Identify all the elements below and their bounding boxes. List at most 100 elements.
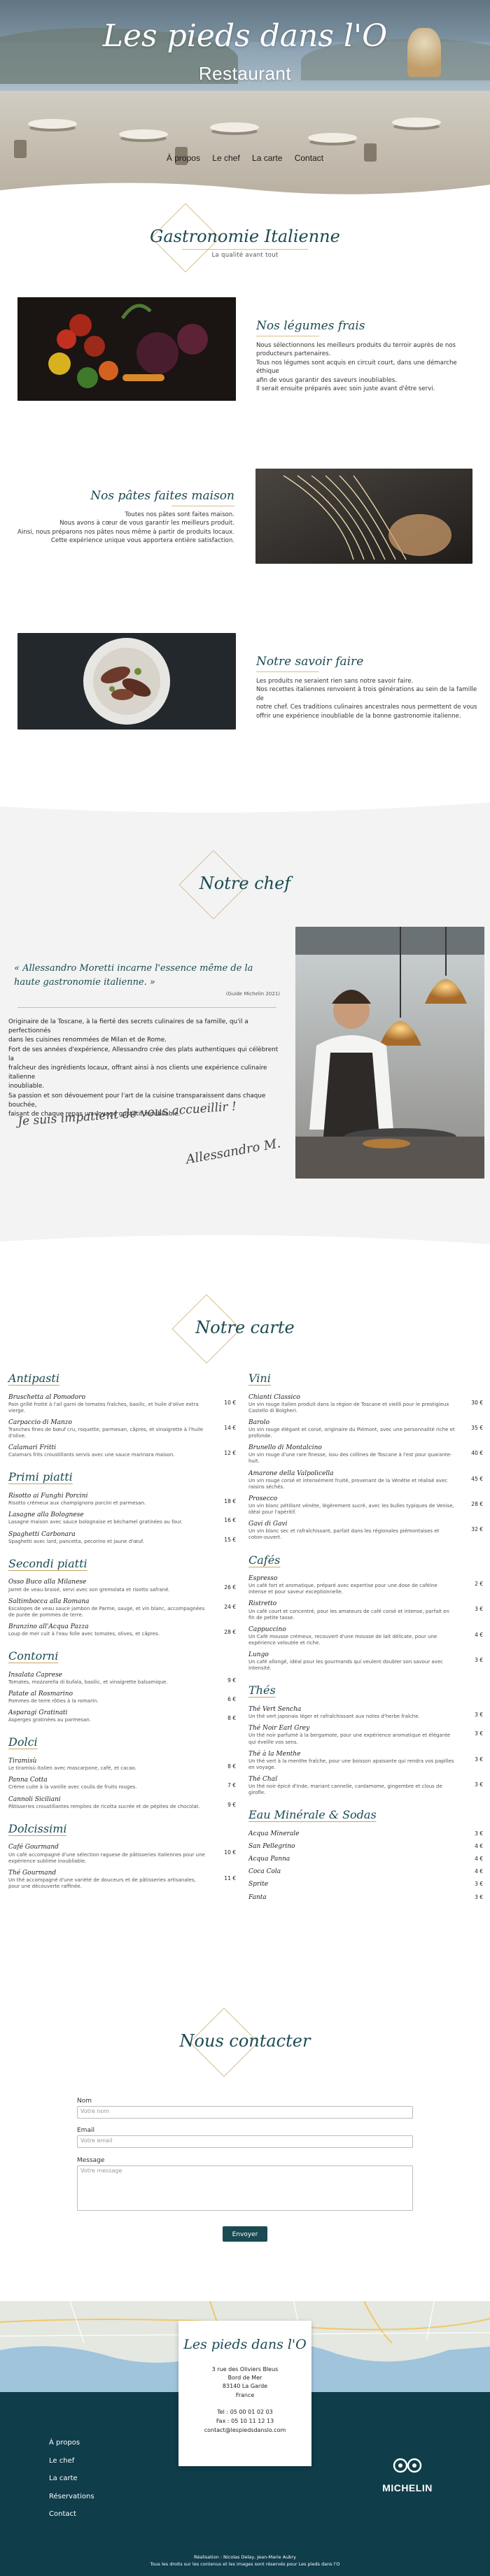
- menu-category-title: Cafés: [248, 1553, 281, 1567]
- menu-item-description: Un vin rouge corsé et intensément fruité…: [248, 1477, 448, 1490]
- menu-item-name: Saltimbocca alla Romana: [8, 1597, 90, 1605]
- section-title: Nous contacter: [179, 2031, 311, 2051]
- feature-line: afin de vous garantir des saveurs inoubl…: [256, 376, 397, 384]
- menu-item-description: Un vin blanc sec et rafraîchissant, parf…: [248, 1528, 440, 1541]
- pasta-photo: [255, 469, 472, 564]
- menu-item-description: Le tiramisù italien avec mascarpone, caf…: [8, 1765, 136, 1772]
- menu-item-price: 9 €: [227, 1677, 236, 1684]
- menu-item: Osso Buco alla Milanese Jarret de veau br…: [8, 1578, 236, 1593]
- feature-title: Nos légumes frais: [256, 319, 365, 333]
- menu-item-description: Un thé noir parfumé à la bergamote, pour…: [248, 1732, 451, 1745]
- michelin-logo-icon: [392, 2456, 423, 2476]
- menu-item-name: Calamari Fritti: [8, 1444, 56, 1452]
- menu-item-name: Amarone della Valpolicella: [248, 1470, 334, 1477]
- menu-item-name: Tiramisù: [8, 1758, 37, 1765]
- menu-item: Café Gourmand Un café accompagné d'une sé…: [8, 1843, 236, 1864]
- menu-item-name: Thé à la Menthe: [248, 1750, 301, 1758]
- submit-button[interactable]: Envoyer: [223, 2226, 267, 2242]
- menu-item-price: 3 €: [475, 1657, 483, 1664]
- menu-category: Secondi piatti Osso Buco alla Milanese Jar…: [8, 1556, 236, 1637]
- menu-item-price: 4 €: [475, 1843, 483, 1850]
- hero-banner: Les pieds dans l'O Restaurant À propos L…: [0, 0, 490, 203]
- heading-rule: [182, 249, 308, 250]
- card-title: Les pieds dans l'O: [183, 2337, 307, 2352]
- section-tagline: La qualité avant tout: [211, 252, 279, 259]
- menu-category: Cafés Espresso Un café fort et aromatique,…: [248, 1553, 483, 1672]
- menu-item-name: Spaghetti Carbonara: [8, 1530, 76, 1538]
- address-line: 3 rue des Oliviers Bleus: [211, 2365, 279, 2372]
- footer-link-chef[interactable]: Le chef: [49, 2452, 94, 2470]
- menu-item: Tiramisù Le tiramisù italien avec mascarp…: [8, 1757, 236, 1772]
- menu-item: Barolo Un vin rouge élégant et corsé, ori…: [248, 1418, 483, 1439]
- menu-category: Primi piatti Risotto ai Funghi Porcini Ris…: [8, 1470, 236, 1544]
- menu-item-name: Thé Chaï: [248, 1775, 277, 1783]
- nav-menu[interactable]: La carte: [252, 153, 282, 163]
- nav-about[interactable]: À propos: [167, 153, 200, 163]
- menu-item: Gavi di Gavi Un vin blanc sec et rafraîch…: [248, 1520, 483, 1541]
- menu-item: Thé Chaï Un thé noir épicé d'Inde, marian…: [248, 1775, 483, 1796]
- chef-illustration: [295, 927, 484, 1179]
- menu-item-description: Un thé vert à la menthe fraîche, pour un…: [248, 1758, 454, 1770]
- footer-link-about[interactable]: À propos: [49, 2434, 94, 2452]
- menu-item-price: 3 €: [475, 1756, 483, 1763]
- menu-item-price: 3 €: [475, 1730, 483, 1737]
- footer-link-menu[interactable]: La carte: [49, 2470, 94, 2488]
- bio-line: inoubliable.: [8, 1083, 45, 1090]
- menu-item-price: 35 €: [471, 1424, 483, 1431]
- menu-item-price: 28 €: [471, 1500, 483, 1507]
- menu-item-price: 12 €: [224, 1450, 236, 1457]
- menu-item: Spaghetti Carbonara Spaghetti avec lard, …: [8, 1530, 236, 1545]
- menu-item-name: Osso Buco alla Milanese: [8, 1579, 87, 1586]
- chef-quote-source: (Guide Michelin 2021): [225, 991, 280, 997]
- menu-item-price: 3 €: [475, 1830, 483, 1837]
- menu-item-price: 8 €: [227, 1763, 236, 1770]
- menu-category: Dolcissimi Café Gourmand Un café accompagn…: [8, 1821, 236, 1890]
- name-field[interactable]: Votre nom: [77, 2106, 413, 2119]
- menu-item-name: Branzino all'Acqua Pazza: [8, 1623, 89, 1630]
- feature-line: Ainsi, nous préparons nos pâtes nous mêm…: [18, 528, 234, 536]
- menu-item-description: Loup de mer cuit à l'eau folle avec toma…: [8, 1631, 160, 1637]
- menu-column-left: Antipasti Bruschetta al Pomodoro Pain gril…: [8, 1371, 236, 1901]
- section-title: Notre carte: [195, 1318, 295, 1337]
- vegetables-illustration: [18, 297, 236, 401]
- menu-heading: Notre carte: [0, 1294, 490, 1364]
- menu-category-title: Secondi piatti: [8, 1556, 88, 1570]
- feature-text: Nous sélectionnons les meilleurs produit…: [256, 341, 480, 394]
- nav-contact[interactable]: Contact: [295, 153, 323, 163]
- menu-item-name: Gavi di Gavi: [248, 1521, 288, 1528]
- menu-item-description: Asperges gratinées au parmesan.: [8, 1717, 91, 1723]
- menu-item-name: Chianti Classico: [248, 1393, 300, 1401]
- menu-item: Thé à la Menthe Un thé vert à la menthe f…: [248, 1750, 483, 1771]
- chef-quote: « Allessandro Moretti incarne l'essence …: [14, 962, 280, 998]
- site-subtitle: Restaurant: [198, 63, 292, 84]
- message-field[interactable]: Votre message: [77, 2165, 413, 2211]
- footer-link-contact[interactable]: Contact: [49, 2505, 94, 2524]
- menu-item-name: Thé Noir Earl Grey: [248, 1725, 310, 1732]
- footer-link-reservations[interactable]: Réservations: [49, 2488, 94, 2506]
- bio-line: dans les cuisines renommées de Milan et …: [8, 1037, 167, 1044]
- menu-item: Prosecco Un vin blanc pétillant vénète, l…: [248, 1495, 483, 1516]
- menu-item: Amarone della Valpolicella Un vin rouge c…: [248, 1470, 483, 1490]
- menu-item-description: Pommes de terre rôties à la romarin.: [8, 1698, 99, 1705]
- menu-item-description: Un café accompagné d'une sélection rague…: [8, 1851, 205, 1864]
- card-phone[interactable]: Tel : 05 00 01 02 03: [178, 2408, 312, 2417]
- menu-category-title: Dolcissimi: [8, 1821, 67, 1835]
- menu-item-name: Cannoli Siciliani: [8, 1795, 61, 1803]
- menu-item: Espresso Un café fort et aromatique, prép…: [248, 1574, 483, 1595]
- menu-item-description: Un thé vert japonais léger et rafraîchis…: [248, 1714, 420, 1720]
- chef-heading: Notre chef: [0, 850, 490, 920]
- bio-line: Originaire de la Toscane, à la fierté de…: [8, 1018, 248, 1035]
- menu-item-description: Un café allongé, idéal pour les gourmand…: [248, 1659, 443, 1672]
- menu-item-description: Un vin blanc pétillant vénète, légèremen…: [248, 1503, 454, 1516]
- footer-links: À propos Le chef La carte Réservations C…: [49, 2434, 94, 2524]
- card-email[interactable]: contact@lespiedsdanslo.com: [178, 2426, 312, 2435]
- nav-chef[interactable]: Le chef: [212, 153, 239, 163]
- feature-line: Toutes nos pâtes sont faites maison.: [125, 511, 234, 518]
- menu-item-price: 14 €: [224, 1424, 236, 1431]
- menu-item-price: 30 €: [471, 1399, 483, 1406]
- email-field[interactable]: Votre email: [77, 2135, 413, 2148]
- menu-item-name: Coca Cola: [248, 1868, 281, 1876]
- feature-savoir-faire: Notre savoir faire Les produits ne serai…: [0, 633, 490, 731]
- menu-item: San Pellegrino 4 €: [248, 1842, 483, 1851]
- chef-signature: Allessandro M.: [185, 1136, 282, 1167]
